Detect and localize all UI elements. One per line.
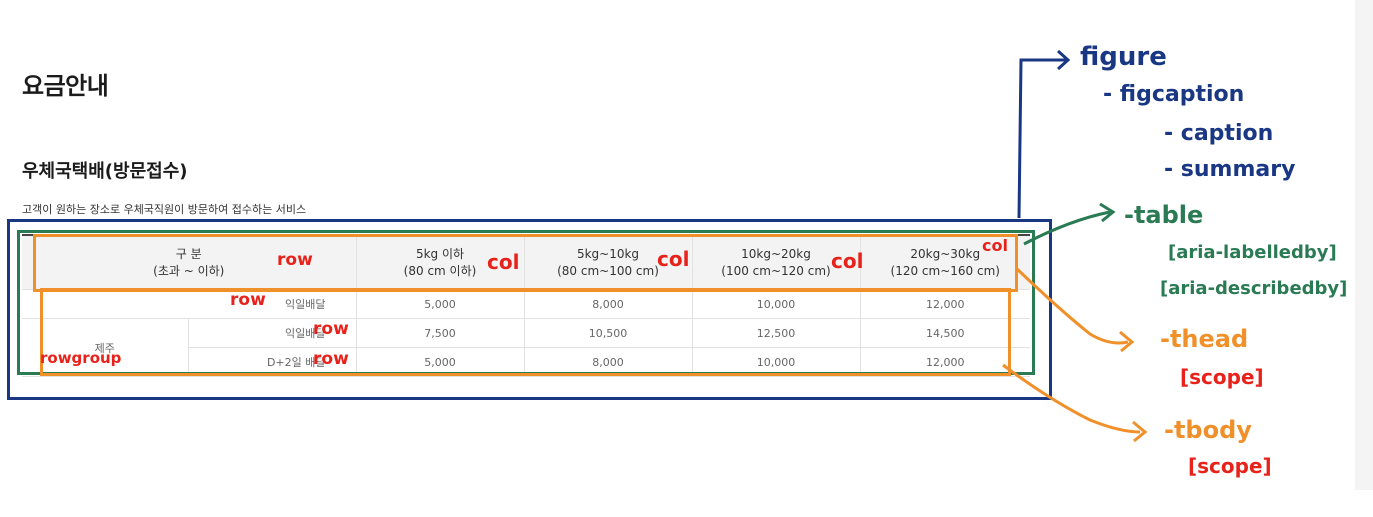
col-tag: col (831, 249, 864, 273)
section-description: 고객이 원하는 장소로 우체국직원이 방문하여 접수하는 서비스 (22, 203, 307, 216)
col-tag: col (487, 250, 520, 274)
col-tag-small: col (982, 236, 1008, 255)
row-tag: row (313, 319, 349, 339)
note-figure: figure (1080, 42, 1167, 72)
table-cell: 14,500 (860, 318, 1030, 348)
note-summary: - summary (1164, 157, 1296, 182)
figure-arrow-head (1056, 49, 1071, 71)
table-row: 제주 익일배달 7,500 10,500 12,500 14,500 (22, 318, 1030, 377)
table-arrow-head (1099, 202, 1116, 223)
table-cell: 5,000 (356, 289, 525, 319)
row-group-label: 제주 (22, 318, 189, 377)
row-tag: row (277, 250, 313, 270)
note-tbody: -tbody (1164, 416, 1252, 444)
col-tag: col (657, 247, 690, 271)
row-label: 익일배달 (22, 289, 357, 319)
fee-table-wrapper: 구 분 (초과 ~ 이하) 5kg 이하 (80 cm 이하) 5kg~10kg… (22, 234, 1030, 377)
note-aria-describedby: [aria-describedby] (1160, 278, 1348, 299)
table-cell: 5,000 (356, 347, 525, 377)
table-cell: 7,500 (356, 318, 525, 348)
note-thead-scope: [scope] (1180, 365, 1264, 389)
table-cell: 8,000 (524, 347, 693, 377)
tbody-arrow-head (1132, 420, 1148, 443)
table-cell: 12,000 (860, 289, 1030, 319)
thead-arrow-head (1119, 330, 1135, 353)
page-title: 요금안내 (22, 72, 109, 100)
fee-table-head: 구 분 (초과 ~ 이하) 5kg 이하 (80 cm 이하) 5kg~10kg… (22, 235, 1030, 290)
table-cell: 12,500 (692, 318, 861, 348)
table-row: 익일배달 5,000 8,000 10,000 12,000 (22, 289, 1030, 319)
table-arrow (1023, 210, 1111, 246)
table-cell: 10,500 (524, 318, 693, 348)
fee-table-body: 익일배달 5,000 8,000 10,000 12,000 제주 익일배달 7… (22, 289, 1030, 377)
table-cell: 10,000 (692, 347, 861, 377)
note-figcaption: - figcaption (1103, 82, 1245, 107)
section-title: 우체국택배(방문접수) (22, 161, 188, 182)
row-tag: row (230, 290, 266, 310)
note-caption: - caption (1164, 121, 1274, 146)
fee-table: 구 분 (초과 ~ 이하) 5kg 이하 (80 cm 이하) 5kg~10kg… (22, 234, 1030, 377)
note-tbody-scope: [scope] (1188, 454, 1272, 478)
note-thead: -thead (1160, 325, 1249, 353)
thead-arrow (1014, 266, 1129, 345)
table-cell: 10,000 (692, 289, 861, 319)
note-aria-labelledby: [aria-labelledby] (1168, 242, 1337, 263)
rowgroup-tag: rowgroup (40, 349, 122, 367)
note-table: -table (1124, 201, 1204, 229)
figure-arrow (1017, 58, 1066, 219)
table-cell: 12,000 (860, 347, 1030, 377)
table-cell: 8,000 (524, 289, 693, 319)
header-col-4-size: (120 cm~160 cm) (890, 263, 1000, 278)
row-tag: row (313, 349, 349, 369)
right-edge-strip (1355, 0, 1373, 490)
